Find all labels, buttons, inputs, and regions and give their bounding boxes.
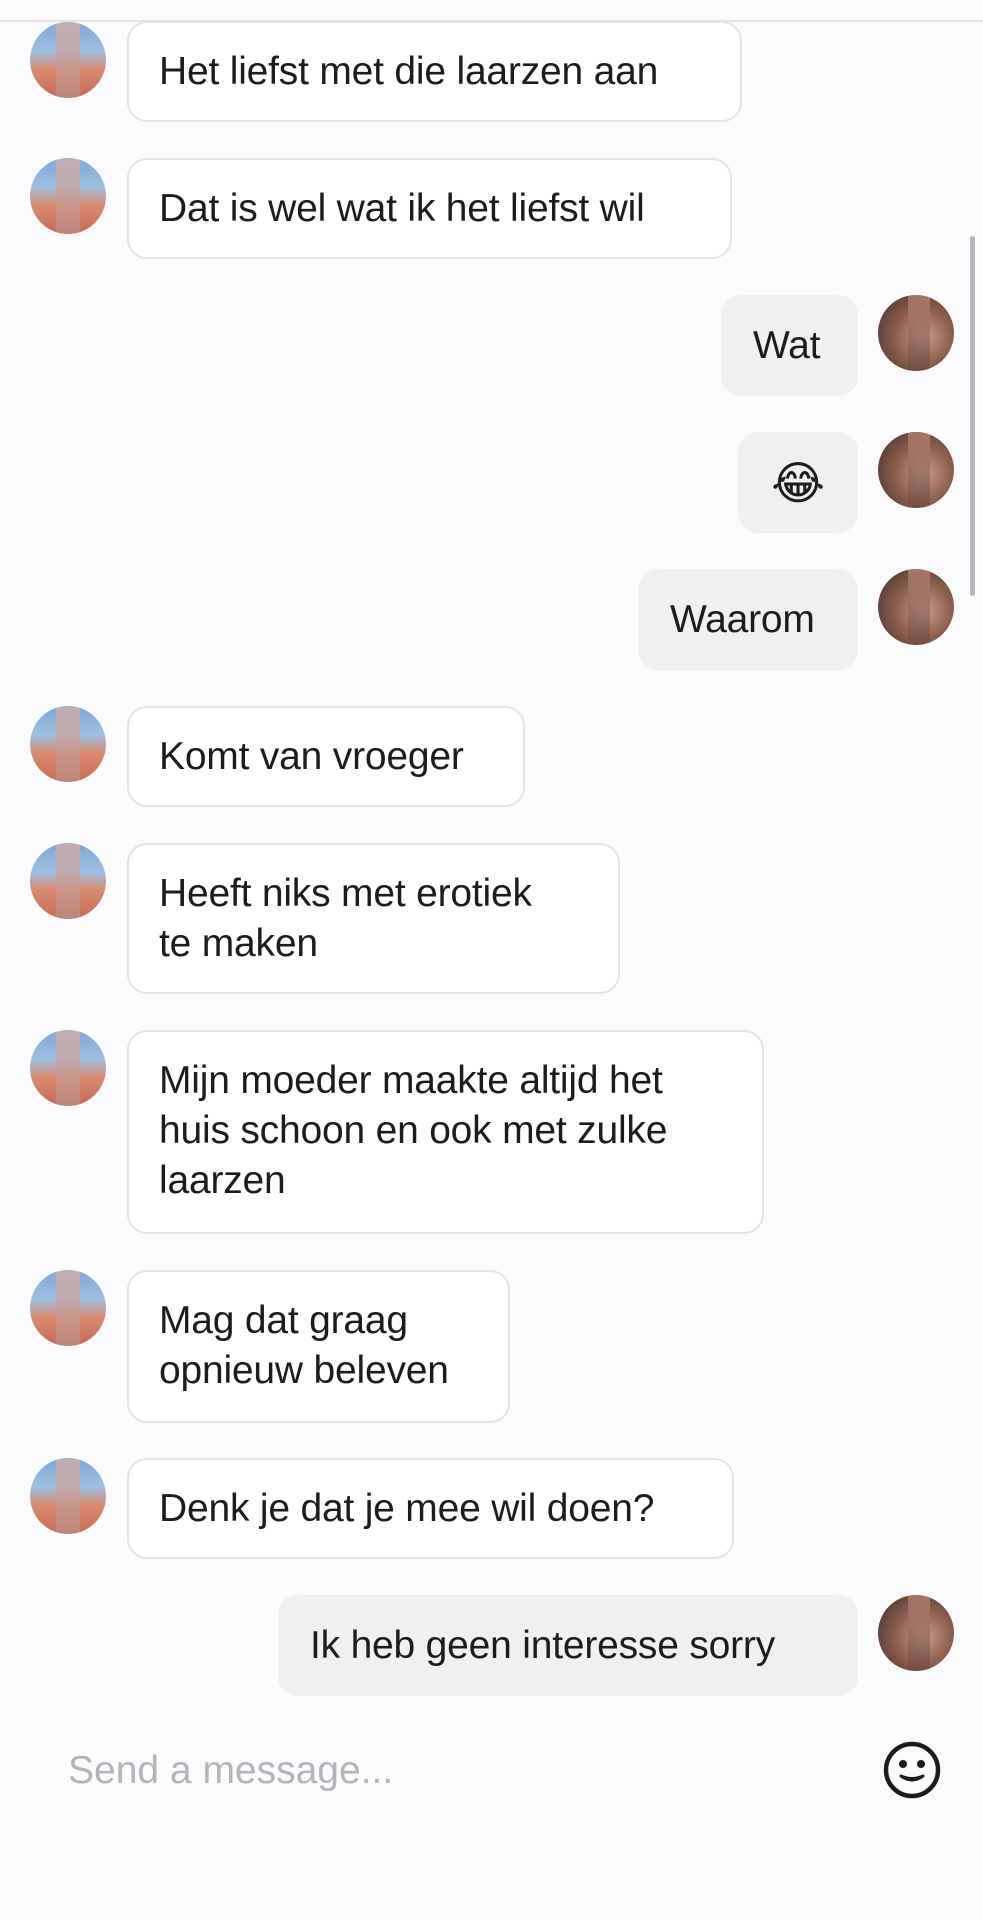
message-thread[interactable]: Het liefst met die laarzen aan Dat is we…: [0, 0, 983, 1696]
incoming-message[interactable]: Mijn moeder maakte altijd het huis schoo…: [127, 1030, 764, 1234]
incoming-message[interactable]: Het liefst met die laarzen aan: [127, 21, 742, 122]
user-avatar[interactable]: [878, 569, 954, 645]
contact-avatar[interactable]: [30, 706, 106, 782]
outgoing-message[interactable]: Ik heb geen interesse sorry: [278, 1595, 858, 1696]
contact-avatar[interactable]: [30, 158, 106, 234]
contact-avatar[interactable]: [30, 1270, 106, 1346]
user-avatar[interactable]: [878, 295, 954, 371]
contact-avatar[interactable]: [30, 843, 106, 919]
smiley-face-icon[interactable]: [882, 1740, 942, 1800]
outgoing-emoji-message[interactable]: 😂: [738, 432, 858, 533]
message-composer: [0, 1718, 983, 1828]
user-avatar[interactable]: [878, 432, 954, 508]
incoming-message[interactable]: Heeft niks met erotiek te maken: [127, 843, 620, 994]
incoming-message[interactable]: Dat is wel wat ik het liefst wil: [127, 158, 732, 259]
scrollbar[interactable]: [970, 236, 975, 596]
incoming-message[interactable]: Mag dat graag opnieuw beleven: [127, 1270, 510, 1423]
outgoing-message[interactable]: Waarom: [638, 569, 858, 670]
contact-avatar[interactable]: [30, 1030, 106, 1106]
incoming-message[interactable]: Denk je dat je mee wil doen?: [127, 1458, 734, 1559]
contact-avatar[interactable]: [30, 22, 106, 98]
outgoing-message[interactable]: Wat: [721, 295, 858, 396]
user-avatar[interactable]: [878, 1595, 954, 1671]
message-input[interactable]: [48, 1736, 868, 1806]
contact-avatar[interactable]: [30, 1458, 106, 1534]
incoming-message[interactable]: Komt van vroeger: [127, 706, 525, 807]
